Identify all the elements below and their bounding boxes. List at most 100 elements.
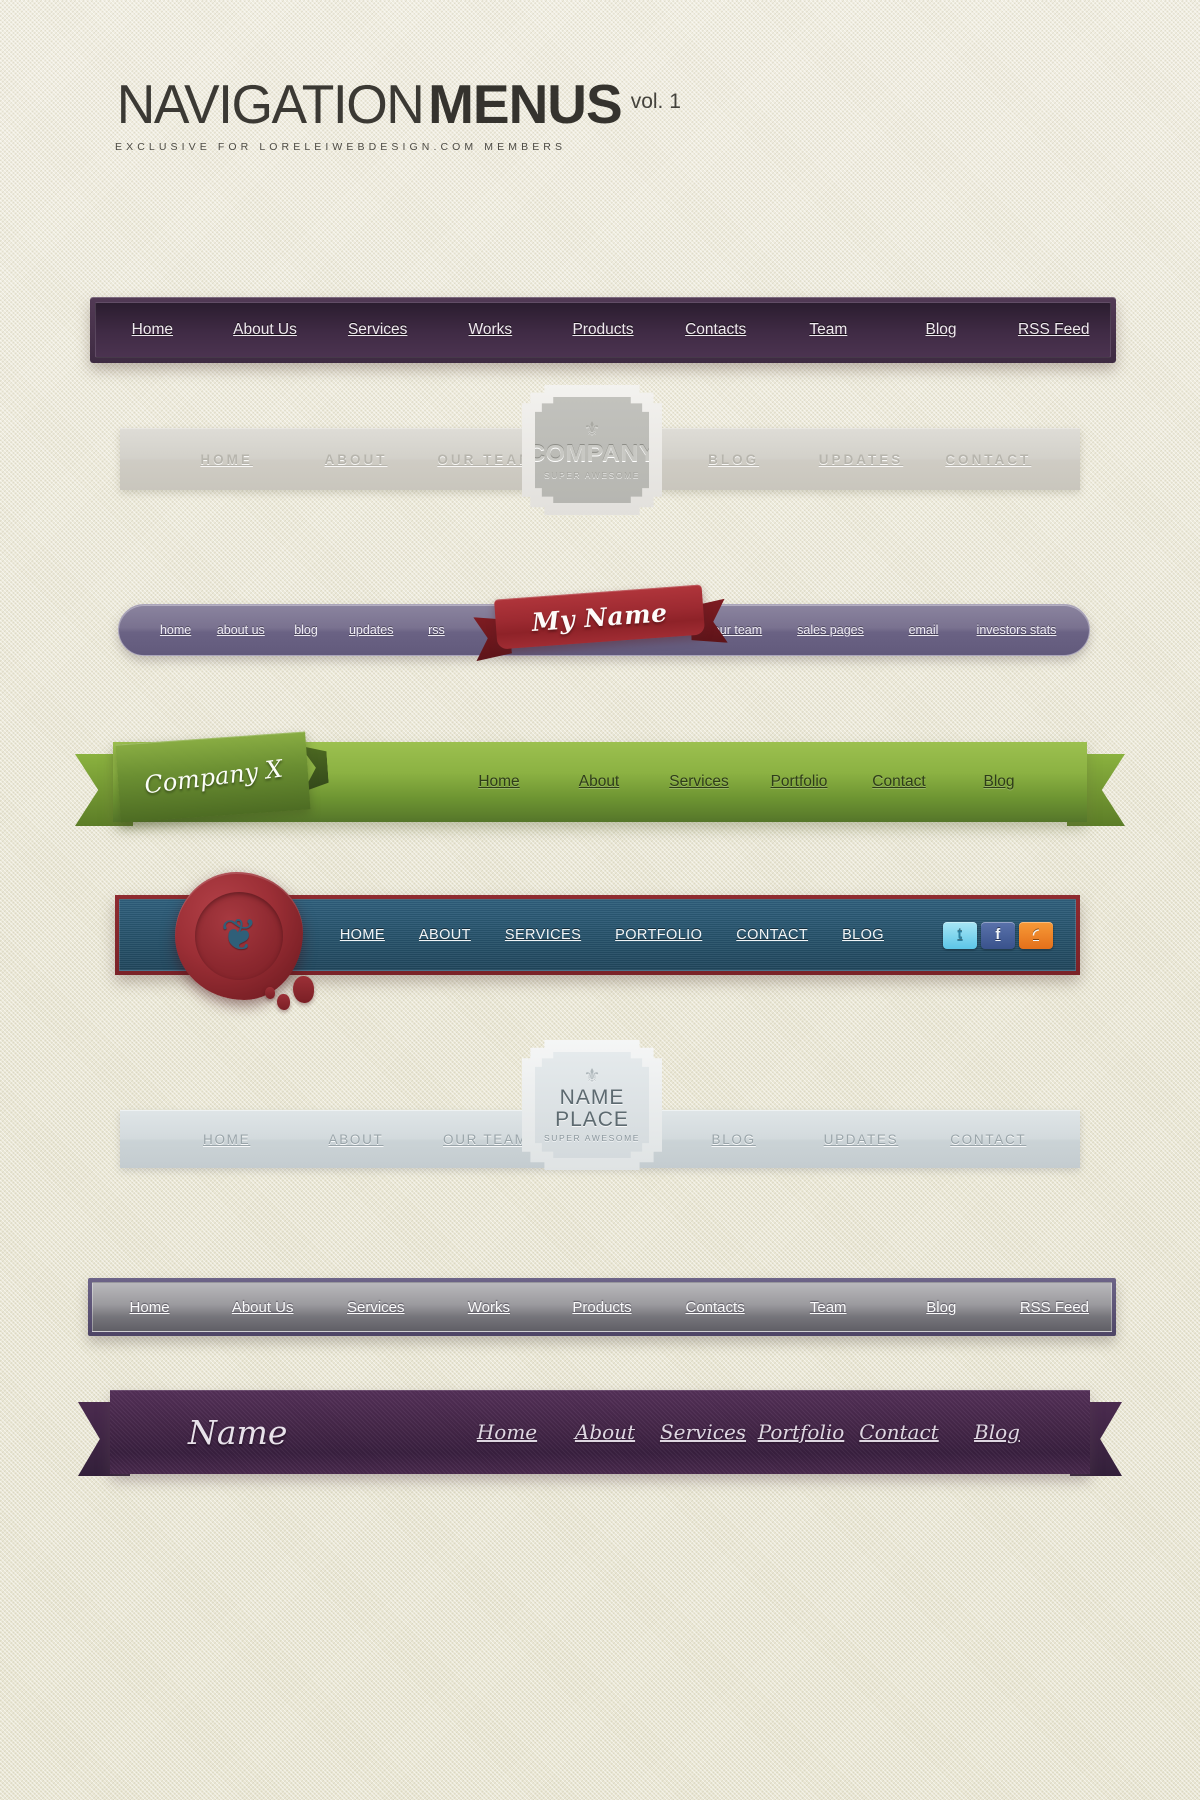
nav7-link-team[interactable]: Team: [772, 1299, 885, 1316]
nav8-brand: Name: [188, 1412, 288, 1452]
nav2-link-updates[interactable]: UPDATES: [797, 452, 924, 467]
nav5-link-blog[interactable]: BLOG: [825, 927, 901, 943]
fleur-de-lis-icon: ⚜: [583, 1066, 601, 1088]
wax-drip-medium: [277, 994, 290, 1010]
wax-seal-inner: ❦: [195, 892, 283, 980]
nav4-link-blog[interactable]: Blog: [949, 773, 1049, 791]
badge-company-sub: SUPER AWESOME: [543, 470, 641, 480]
nav7-link-services[interactable]: Services: [319, 1299, 432, 1316]
nav2-right-items: BLOG UPDATES CONTACT: [670, 452, 1080, 467]
nav7-link-works[interactable]: Works: [432, 1299, 545, 1316]
badge-company-name: COMPANY: [527, 440, 657, 466]
nav3-link-email[interactable]: email: [877, 623, 970, 637]
nav6-link-blog[interactable]: BLOG: [670, 1132, 797, 1147]
nav6-link-home[interactable]: HOME: [162, 1132, 291, 1147]
nav7-link-contacts[interactable]: Contacts: [659, 1299, 772, 1316]
page-header: NAVIGATION MENUS vol. 1 EXCLUSIVE FOR LO…: [112, 72, 681, 153]
title-bold: MENUS: [428, 73, 623, 135]
nav3-right-items: our team sales pages email investors stats: [691, 623, 1089, 637]
nav6-left-items: HOME ABOUT OUR TEAM: [120, 1132, 550, 1147]
nav5-link-services[interactable]: SERVICES: [488, 927, 598, 943]
company-x-ribbon[interactable]: Company X: [115, 731, 311, 823]
nav5-link-contact[interactable]: CONTACT: [719, 927, 825, 943]
nav7-frame: Home About Us Services Works Products Contact…: [88, 1278, 1116, 1336]
nav7-link-blog[interactable]: Blog: [885, 1299, 998, 1316]
fleur-de-lis-icon: ⚜: [583, 419, 601, 440]
nav6-right-items: BLOG UPDATES CONTACT: [670, 1132, 1080, 1147]
nav1-link-works[interactable]: Works: [434, 321, 547, 339]
nav1-items: Home About Us Services Works Products Contact…: [95, 302, 1111, 358]
nav-silver-framed: Home About Us Services Works Products Contact…: [88, 1278, 1116, 1336]
nav1-frame: Home About Us Services Works Products Contact…: [90, 297, 1116, 363]
page-title: NAVIGATION MENUS vol. 1: [112, 72, 681, 136]
nav3-link-home[interactable]: home: [143, 623, 208, 637]
badge2-line2: PLACE: [555, 1107, 629, 1131]
nav8-link-blog[interactable]: Blog: [948, 1420, 1046, 1444]
nav1-link-contacts[interactable]: Contacts: [659, 321, 772, 339]
nav8-items: Home About Services Portfolio Contact Blog: [458, 1420, 1090, 1444]
seal-mark-icon: ❦: [220, 911, 258, 960]
nav3-link-investors-stats[interactable]: investors stats: [970, 623, 1063, 637]
nav6-link-about[interactable]: ABOUT: [291, 1132, 420, 1147]
nav7-link-rss-feed[interactable]: RSS Feed: [998, 1299, 1111, 1316]
wax-drip-large: [293, 976, 314, 1003]
page-subtitle: EXCLUSIVE FOR LORELEIWEBDESIGN.COM MEMBE…: [115, 141, 567, 153]
nav5-link-home[interactable]: HOME: [323, 927, 402, 943]
nav2-link-contact[interactable]: CONTACT: [925, 452, 1052, 467]
nav3-link-sales-pages[interactable]: sales pages: [784, 623, 877, 637]
social-icons: t f ◜: [943, 921, 1053, 949]
nav3-left-items: home about us blog updates rss: [119, 623, 469, 637]
nav7-link-about-us[interactable]: About Us: [206, 1299, 319, 1316]
nav8-link-portfolio[interactable]: Portfolio: [752, 1420, 850, 1444]
nav7-link-products[interactable]: Products: [545, 1299, 658, 1316]
twitter-icon[interactable]: t: [943, 921, 977, 949]
name-place-badge[interactable]: ⚜ NAME PLACE SUPER AWESOME: [522, 1040, 662, 1170]
nav4-link-services[interactable]: Services: [649, 773, 749, 791]
nav5-link-portfolio[interactable]: PORTFOLIO: [598, 927, 719, 943]
nav1-link-home[interactable]: Home: [96, 321, 209, 339]
badge-face: ⚜ COMPANY SUPER AWESOME: [535, 397, 649, 503]
nav3-link-updates[interactable]: updates: [339, 623, 404, 637]
badge2-line1: NAME: [559, 1086, 625, 1110]
nav8-link-about[interactable]: About: [556, 1420, 654, 1444]
nav3-link-blog[interactable]: blog: [273, 623, 338, 637]
nav6-link-contact[interactable]: CONTACT: [925, 1132, 1052, 1147]
nav8-body: Name Home About Services Portfolio Contact Bl…: [110, 1390, 1090, 1474]
nav1-link-rss-feed[interactable]: RSS Feed: [997, 321, 1110, 339]
facebook-icon[interactable]: f: [981, 921, 1015, 949]
nav8-link-home[interactable]: Home: [458, 1420, 556, 1444]
nav3-link-about-us[interactable]: about us: [208, 623, 273, 637]
nav5-link-about[interactable]: ABOUT: [402, 927, 488, 943]
badge2-sub: SUPER AWESOME: [543, 1132, 641, 1143]
nav2-left-items: HOME ABOUT OUR TEAM: [120, 452, 550, 467]
nav1-link-products[interactable]: Products: [547, 321, 660, 339]
nav2-link-about[interactable]: ABOUT: [291, 452, 420, 467]
nav2-link-blog[interactable]: BLOG: [670, 452, 797, 467]
title-thin: NAVIGATION: [116, 73, 425, 135]
nav-dark-plum: Home About Us Services Works Products Contact…: [90, 297, 1116, 363]
nav6-link-updates[interactable]: UPDATES: [797, 1132, 924, 1147]
wax-seal-logo[interactable]: ❦: [175, 872, 314, 1010]
nav1-link-services[interactable]: Services: [321, 321, 434, 339]
nav-plum-script: Name Home About Services Portfolio Contact Bl…: [78, 1390, 1122, 1476]
wax-drip-small: [265, 987, 275, 999]
nav1-link-about-us[interactable]: About Us: [209, 321, 322, 339]
nav4-link-portfolio[interactable]: Portfolio: [749, 773, 849, 791]
nav4-link-contact[interactable]: Contact: [849, 773, 949, 791]
ribbon-body: My Name: [494, 584, 706, 650]
nav1-link-blog[interactable]: Blog: [885, 321, 998, 339]
nav1-link-team[interactable]: Team: [772, 321, 885, 339]
nav8-link-services[interactable]: Services: [654, 1420, 752, 1444]
nav3-link-rss[interactable]: rss: [404, 623, 469, 637]
nav7-items: Home About Us Services Works Products Contact…: [92, 1282, 1112, 1332]
green-ribbon-label: Company X: [142, 754, 284, 800]
nav4-link-home[interactable]: Home: [449, 773, 549, 791]
nav8-link-contact[interactable]: Contact: [850, 1420, 948, 1444]
badge2-face: ⚜ NAME PLACE SUPER AWESOME: [535, 1052, 649, 1158]
nav4-link-about[interactable]: About: [549, 773, 649, 791]
ribbon-label: My Name: [530, 597, 669, 637]
nav7-link-home[interactable]: Home: [93, 1299, 206, 1316]
rss-icon[interactable]: ◜: [1019, 921, 1053, 949]
company-badge[interactable]: ⚜ COMPANY SUPER AWESOME: [522, 385, 662, 515]
nav2-link-home[interactable]: HOME: [162, 452, 291, 467]
